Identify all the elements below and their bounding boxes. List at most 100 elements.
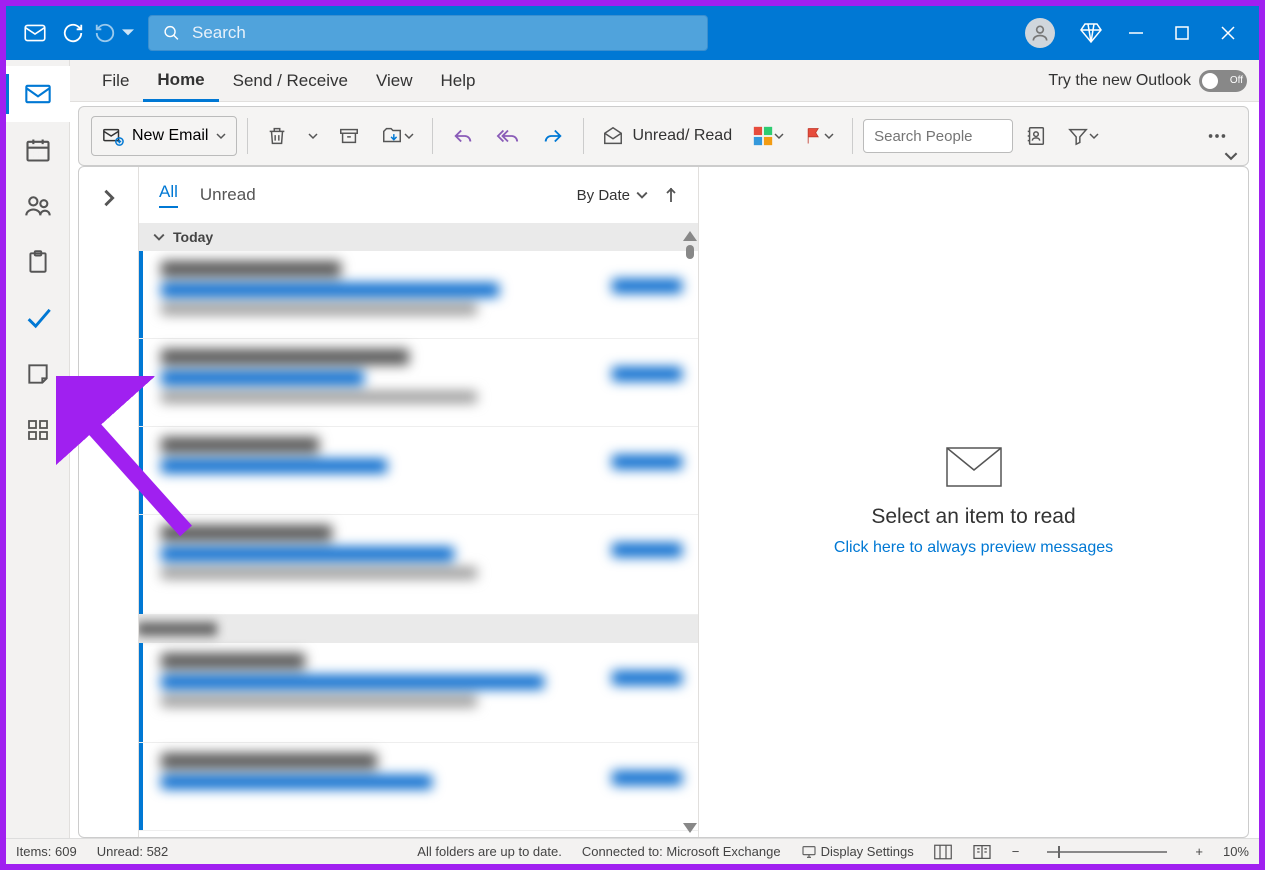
menu-file[interactable]: File: [88, 60, 143, 101]
reading-pane-title: Select an item to read: [871, 505, 1075, 529]
scroll-thumb[interactable]: [686, 245, 694, 259]
search-box[interactable]: [148, 15, 708, 51]
chevron-down-icon: [404, 131, 414, 141]
zoom-in-button[interactable]: +: [1195, 844, 1203, 859]
new-mail-icon: [102, 125, 124, 147]
message-item[interactable]: [139, 251, 698, 339]
zoom-percent[interactable]: 10%: [1223, 844, 1249, 859]
book-icon: [972, 844, 992, 860]
nav-tasks[interactable]: [6, 234, 70, 290]
status-items-count: Items: 609: [16, 844, 77, 859]
status-folders: All folders are up to date.: [417, 844, 562, 859]
message-list-header: All Unread By Date: [139, 167, 698, 223]
filter-button[interactable]: [1059, 116, 1107, 156]
message-item[interactable]: [139, 339, 698, 427]
address-book-button[interactable]: [1017, 116, 1055, 156]
forward-icon: [541, 125, 565, 147]
nav-todo[interactable]: [6, 290, 70, 346]
nav-calendar[interactable]: [6, 122, 70, 178]
display-settings-button[interactable]: Display Settings: [801, 844, 914, 860]
menu-view[interactable]: View: [362, 60, 427, 101]
trash-icon: [266, 125, 288, 147]
message-item[interactable]: [139, 743, 698, 831]
categories-icon: [752, 125, 774, 147]
flag-icon: [804, 126, 824, 146]
undo-dropdown-icon[interactable]: [122, 27, 134, 39]
envelope-open-icon: [602, 125, 624, 147]
tab-unread[interactable]: Unread: [200, 185, 256, 205]
reply-icon: [451, 125, 475, 147]
chevron-down-icon: [824, 131, 834, 141]
try-new-outlook-label: Try the new Outlook: [1048, 72, 1191, 90]
unread-read-button[interactable]: Unread/ Read: [594, 116, 740, 156]
nav-mail[interactable]: [6, 66, 70, 122]
chevron-down-icon: [153, 231, 165, 243]
search-icon: [163, 24, 180, 42]
reply-all-icon: [495, 125, 521, 147]
sync-icon[interactable]: [62, 22, 84, 44]
filter-icon: [1067, 125, 1089, 147]
zoom-out-button[interactable]: −: [1012, 844, 1020, 859]
scroll-down-icon[interactable]: [683, 823, 697, 833]
group-today[interactable]: Today: [139, 223, 698, 251]
menu-bar: File Home Send / Receive View Help Try t…: [6, 60, 1259, 102]
premium-diamond-icon[interactable]: [1079, 21, 1103, 45]
close-button[interactable]: [1205, 10, 1251, 56]
nav-notes[interactable]: [6, 346, 70, 402]
new-email-button[interactable]: New Email: [91, 116, 237, 156]
chevron-down-icon: [1089, 131, 1099, 141]
ellipsis-icon: [1206, 125, 1228, 147]
ribbon-collapse-icon[interactable]: [1224, 149, 1238, 163]
outlook-app-icon: [22, 20, 48, 46]
menu-help[interactable]: Help: [426, 60, 489, 101]
sort-direction-icon[interactable]: [664, 186, 678, 204]
flag-button[interactable]: [796, 116, 842, 156]
preview-messages-link[interactable]: Click here to always preview messages: [834, 539, 1113, 557]
message-item[interactable]: [139, 427, 698, 515]
left-navigation-bar: [6, 60, 70, 838]
address-book-icon: [1025, 125, 1047, 147]
chevron-down-icon: [308, 131, 318, 141]
envelope-icon: [946, 447, 1002, 487]
archive-button[interactable]: [330, 116, 368, 156]
profile-avatar[interactable]: [1025, 18, 1055, 48]
zoom-slider[interactable]: [1047, 851, 1167, 853]
categorize-button[interactable]: [744, 116, 792, 156]
archive-icon: [338, 125, 360, 147]
group-header-blurred[interactable]: [139, 615, 698, 643]
sort-by-button[interactable]: By Date: [577, 186, 678, 204]
chevron-down-icon: [774, 131, 784, 141]
menu-send-receive[interactable]: Send / Receive: [219, 60, 362, 101]
maximize-button[interactable]: [1159, 10, 1205, 56]
reply-all-button[interactable]: [487, 116, 529, 156]
scroll-up-icon[interactable]: [683, 231, 697, 241]
forward-button[interactable]: [533, 116, 573, 156]
view-reading-button[interactable]: [972, 844, 992, 860]
search-input[interactable]: [192, 23, 693, 43]
view-normal-button[interactable]: [934, 844, 952, 860]
message-item[interactable]: [139, 643, 698, 743]
delete-button[interactable]: [258, 116, 296, 156]
undo-icon[interactable]: [94, 22, 116, 44]
delete-dropdown[interactable]: [300, 116, 326, 156]
nav-more-apps[interactable]: [6, 402, 70, 458]
minimize-button[interactable]: [1113, 10, 1159, 56]
move-button[interactable]: [372, 116, 422, 156]
move-icon: [380, 125, 404, 147]
tab-all[interactable]: All: [159, 182, 178, 208]
reply-button[interactable]: [443, 116, 483, 156]
chevron-down-icon: [216, 131, 226, 141]
message-item[interactable]: [139, 515, 698, 615]
message-items: [139, 251, 698, 837]
message-list-scrollbar[interactable]: [682, 227, 698, 837]
status-bar: Items: 609 Unread: 582 All folders are u…: [6, 838, 1259, 864]
chevron-down-icon: [636, 189, 648, 201]
person-icon: [1030, 23, 1050, 43]
expand-folder-pane-icon[interactable]: [100, 189, 118, 207]
content-area: All Unread By Date Today: [78, 166, 1249, 838]
nav-people[interactable]: [6, 178, 70, 234]
menu-home[interactable]: Home: [143, 61, 218, 102]
reading-pane: Select an item to read Click here to alw…: [699, 167, 1248, 837]
try-new-outlook-toggle[interactable]: Off: [1199, 70, 1247, 92]
search-people-input[interactable]: [863, 119, 1013, 153]
